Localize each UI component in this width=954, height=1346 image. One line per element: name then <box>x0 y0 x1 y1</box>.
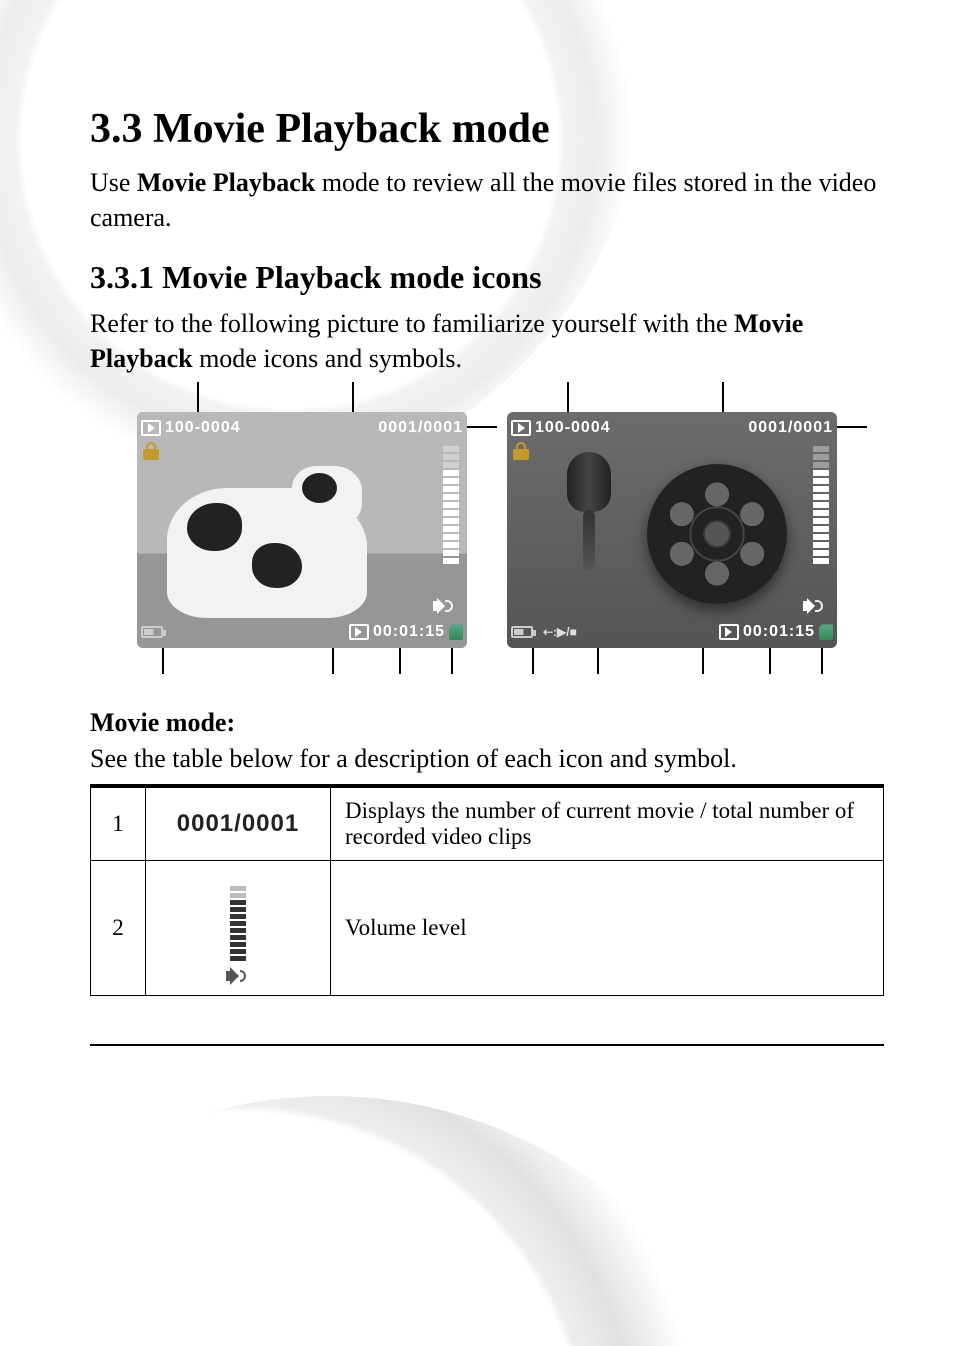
screen-right-wrap: 100-0004 0001/0001 <box>507 412 837 648</box>
lock-icon <box>513 442 529 460</box>
sd-card-icon <box>819 624 833 640</box>
icon-description-table: 1 0001/0001 Displays the number of curre… <box>90 784 884 996</box>
document-page: 3.3 Movie Playback mode Use Movie Playba… <box>0 0 954 1346</box>
sub-intro-text-pre: Refer to the following picture to famili… <box>90 309 734 338</box>
table-intro: See the table below for a description of… <box>90 744 884 774</box>
row-description: Displays the number of current movie / t… <box>331 786 884 861</box>
table-row: 1 0001/0001 Displays the number of curre… <box>91 786 884 861</box>
playback-mode-icon <box>511 420 531 436</box>
subsection-heading: 3.3.1 Movie Playback mode icons <box>90 259 884 296</box>
clip-counter-label: 0001/0001 <box>378 419 463 437</box>
callout-line <box>332 648 334 674</box>
callout-line <box>451 648 453 674</box>
speaker-icon <box>433 598 451 614</box>
speaker-icon <box>803 598 821 614</box>
row-icon-cell: 0001/0001 <box>146 786 331 861</box>
osd-bottom-bar: ⇠:▶/■ 00:01:15 <box>511 620 833 644</box>
play-status-icon <box>719 624 739 640</box>
volume-level-indicator <box>443 446 459 564</box>
playback-mode-icon <box>141 420 161 436</box>
speaker-icon <box>226 967 250 985</box>
sub-intro-paragraph: Refer to the following picture to famili… <box>90 306 884 376</box>
intro-text-pre: Use <box>90 168 137 197</box>
callout-line <box>837 426 867 428</box>
lock-icon <box>143 442 159 460</box>
intro-text-bold: Movie Playback <box>137 168 315 197</box>
section-heading: 3.3 Movie Playback mode <box>90 105 884 153</box>
movie-mode-title: Movie mode: <box>90 708 884 738</box>
row-icon-cell <box>146 861 331 996</box>
callout-line <box>821 648 823 674</box>
table-row: 2 Volume level <box>91 861 884 996</box>
callout-line <box>702 648 704 674</box>
volume-level-indicator <box>813 446 829 564</box>
callout-line <box>722 382 724 412</box>
sd-card-icon <box>449 624 463 640</box>
folder-number-label: 100-0004 <box>535 419 611 437</box>
callout-line <box>769 648 771 674</box>
clip-counter-figure: 0001/0001 <box>177 810 299 837</box>
callout-line <box>352 382 354 412</box>
row-number: 2 <box>91 861 146 996</box>
playback-screen-thumbnail: 100-0004 0001/0001 <box>507 412 837 648</box>
elapsed-time-label: 00:01:15 <box>743 623 815 641</box>
screen-left-wrap: 100-0004 0001/0001 <box>137 412 467 648</box>
play-status-icon <box>349 624 369 640</box>
footer-rule <box>90 1044 884 1046</box>
osd-top-bar: 100-0004 0001/0001 <box>141 416 463 440</box>
folder-number-label: 100-0004 <box>165 419 241 437</box>
movie-frame-cow <box>167 488 367 618</box>
film-reel-graphic <box>647 464 787 604</box>
playback-screen-movie: 100-0004 0001/0001 <box>137 412 467 648</box>
callout-line <box>597 648 599 674</box>
osd-top-bar: 100-0004 0001/0001 <box>511 416 833 440</box>
battery-icon <box>511 626 533 638</box>
battery-icon <box>141 626 163 638</box>
content-area: 3.3 Movie Playback mode Use Movie Playba… <box>90 105 884 1286</box>
callout-line <box>162 648 164 674</box>
microphone-graphic <box>567 452 611 562</box>
sub-intro-text-post: mode icons and symbols. <box>193 344 462 373</box>
example-screens-row: 100-0004 0001/0001 <box>90 412 884 648</box>
row-number: 1 <box>91 786 146 861</box>
callout-line <box>532 648 534 674</box>
volume-level-figure <box>226 886 250 985</box>
clip-counter-label: 0001/0001 <box>748 419 833 437</box>
row-description: Volume level <box>331 861 884 996</box>
elapsed-time-label: 00:01:15 <box>373 623 445 641</box>
callout-line <box>197 382 199 412</box>
navigation-hint-label: ⇠:▶/■ <box>543 625 577 639</box>
intro-paragraph: Use Movie Playback mode to review all th… <box>90 165 884 235</box>
callout-line <box>467 426 497 428</box>
callout-line <box>399 648 401 674</box>
callout-line <box>567 382 569 412</box>
osd-bottom-bar: 00:01:15 <box>141 620 463 644</box>
